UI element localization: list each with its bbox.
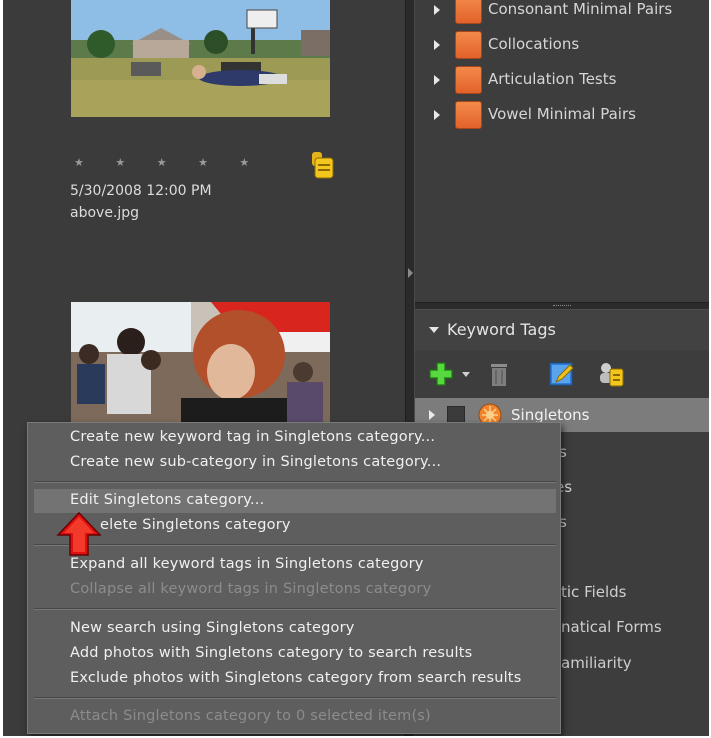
menu-item-new-search[interactable]: New search using Singletons category (70, 620, 355, 636)
category-row[interactable]: Vowel Minimal Pairs (415, 98, 709, 132)
category-tree: Consonant Minimal Pairs Collocations Art… (415, 0, 709, 302)
category-orange-icon (455, 31, 482, 59)
photo-thumbnail-1[interactable] (71, 0, 330, 117)
rating-stars[interactable]: ★ ★ ★ ★ ★ (74, 156, 263, 169)
panel-title: Keyword Tags (447, 320, 556, 339)
menu-item-add-to-search[interactable]: Add photos with Singletons category to s… (70, 645, 472, 661)
horizontal-splitter[interactable] (415, 302, 709, 310)
plus-icon[interactable] (427, 360, 455, 388)
expand-triangle-icon[interactable] (434, 5, 440, 15)
edit-icon[interactable] (548, 360, 576, 388)
category-orange-icon (455, 66, 482, 94)
expand-triangle-icon[interactable] (434, 110, 440, 120)
expand-triangle-icon[interactable] (434, 75, 440, 85)
menu-item-collapse-all: Collapse all keyword tags in Singletons … (70, 581, 432, 597)
app-window: ★ ★ ★ ★ ★ 5/30/2008 12:00 PM above.jpg C… (3, 0, 709, 736)
menu-item-create-keyword-tag[interactable]: Create new keyword tag in Singletons cat… (70, 429, 435, 445)
keyword-toolbar (415, 350, 709, 398)
trash-icon[interactable] (485, 360, 513, 388)
menu-item-attach-category: Attach Singletons category to 0 selected… (70, 708, 431, 724)
photo-thumbnail-2[interactable] (71, 302, 330, 426)
category-orange-icon (455, 101, 482, 129)
people-tag-icon[interactable] (597, 360, 625, 388)
collapse-triangle-icon[interactable] (429, 327, 439, 333)
menu-separator (34, 697, 556, 699)
menu-item-create-sub-category[interactable]: Create new sub-category in Singletons ca… (70, 454, 441, 470)
collapse-arrow-icon[interactable] (408, 268, 413, 278)
menu-item-edit-category[interactable]: Edit Singletons category... (70, 492, 264, 508)
photo-filename: above.jpg (70, 205, 140, 221)
keyword-item[interactable]: natical Forms (561, 618, 662, 636)
menu-separator (34, 544, 556, 546)
expand-triangle-icon[interactable] (429, 410, 435, 420)
red-arrow-icon (56, 511, 102, 556)
category-row[interactable]: Consonant Minimal Pairs (415, 0, 709, 27)
keyword-item[interactable]: amiliarity (561, 654, 632, 672)
category-label: Articulation Tests (488, 70, 617, 88)
category-label: Collocations (488, 35, 580, 53)
keyword-item[interactable]: tic Fields (561, 583, 627, 601)
menu-separator (34, 608, 556, 610)
category-row[interactable]: Articulation Tests (415, 63, 709, 97)
photo-date: 5/30/2008 12:00 PM (70, 183, 212, 199)
chevron-down-icon[interactable] (462, 372, 470, 377)
category-orange-icon (455, 0, 482, 24)
keyword-tags-header[interactable]: Keyword Tags (415, 310, 709, 350)
menu-item-expand-all[interactable]: Expand all keyword tags in Singletons ca… (70, 556, 424, 572)
expand-triangle-icon[interactable] (434, 40, 440, 50)
menu-item-delete-category[interactable]: elete Singletons category (100, 517, 291, 533)
splitter-grip-icon[interactable] (553, 305, 571, 307)
menu-item-exclude-from-search[interactable]: Exclude photos with Singletons category … (70, 670, 521, 686)
menu-separator (34, 481, 556, 483)
category-label: Vowel Minimal Pairs (488, 105, 636, 123)
people-tag-icon (312, 152, 334, 179)
category-row[interactable]: Collocations (415, 28, 709, 62)
context-menu: Create new keyword tag in Singletons cat… (27, 422, 561, 734)
category-label: Consonant Minimal Pairs (488, 0, 673, 18)
